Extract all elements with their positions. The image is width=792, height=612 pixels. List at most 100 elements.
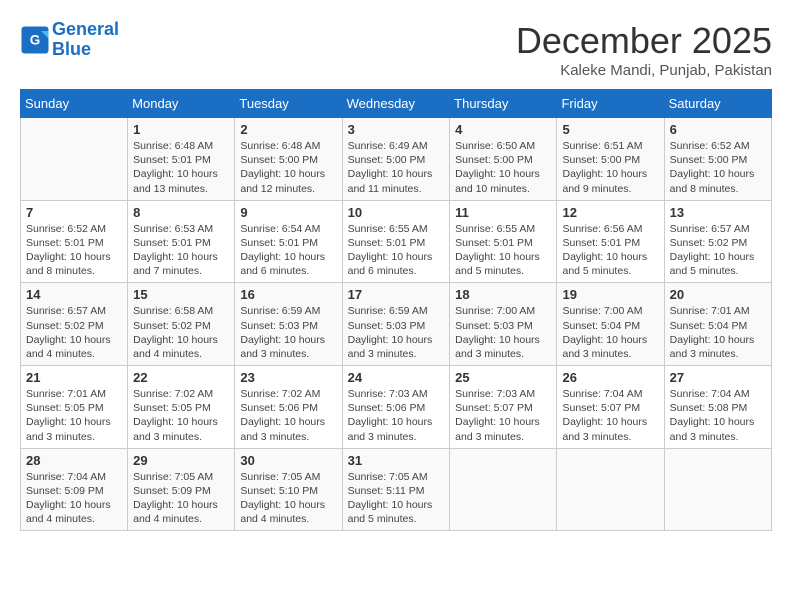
day-of-week-header: Friday bbox=[557, 90, 664, 118]
calendar-cell bbox=[450, 448, 557, 531]
day-number: 28 bbox=[26, 453, 122, 468]
day-of-week-header: Thursday bbox=[450, 90, 557, 118]
day-of-week-header: Sunday bbox=[21, 90, 128, 118]
day-info: Sunrise: 6:52 AM Sunset: 5:01 PM Dayligh… bbox=[26, 222, 122, 279]
day-of-week-header: Tuesday bbox=[235, 90, 342, 118]
day-info: Sunrise: 6:51 AM Sunset: 5:00 PM Dayligh… bbox=[562, 139, 658, 196]
calendar-cell bbox=[557, 448, 664, 531]
calendar-cell: 2 Sunrise: 6:48 AM Sunset: 5:00 PM Daylig… bbox=[235, 118, 342, 201]
day-info: Sunrise: 7:05 AM Sunset: 5:09 PM Dayligh… bbox=[133, 470, 229, 527]
calendar-week-row: 28 Sunrise: 7:04 AM Sunset: 5:09 PM Dayli… bbox=[21, 448, 772, 531]
day-number: 21 bbox=[26, 370, 122, 385]
calendar-cell: 5 Sunrise: 6:51 AM Sunset: 5:00 PM Daylig… bbox=[557, 118, 664, 201]
day-info: Sunrise: 6:57 AM Sunset: 5:02 PM Dayligh… bbox=[26, 304, 122, 361]
day-number: 25 bbox=[455, 370, 551, 385]
calendar-cell: 1 Sunrise: 6:48 AM Sunset: 5:01 PM Daylig… bbox=[128, 118, 235, 201]
svg-text:G: G bbox=[30, 32, 41, 47]
calendar-cell bbox=[664, 448, 771, 531]
day-number: 9 bbox=[240, 205, 336, 220]
calendar-cell: 25 Sunrise: 7:03 AM Sunset: 5:07 PM Dayli… bbox=[450, 366, 557, 449]
day-info: Sunrise: 7:05 AM Sunset: 5:11 PM Dayligh… bbox=[348, 470, 445, 527]
calendar-cell: 17Sunrise: 6:59 AM Sunset: 5:03 PM Dayli… bbox=[342, 283, 450, 366]
day-info: Sunrise: 6:55 AM Sunset: 5:01 PM Dayligh… bbox=[348, 222, 445, 279]
day-number: 6 bbox=[670, 122, 766, 137]
calendar-cell: 16Sunrise: 6:59 AM Sunset: 5:03 PM Dayli… bbox=[235, 283, 342, 366]
day-info: Sunrise: 6:59 AM Sunset: 5:03 PM Dayligh… bbox=[240, 304, 336, 361]
logo-line1: General bbox=[52, 19, 119, 39]
calendar-week-row: 14 Sunrise: 6:57 AM Sunset: 5:02 PM Dayli… bbox=[21, 283, 772, 366]
calendar-cell: 3Sunrise: 6:49 AM Sunset: 5:00 PM Daylig… bbox=[342, 118, 450, 201]
calendar-body: 1 Sunrise: 6:48 AM Sunset: 5:01 PM Daylig… bbox=[21, 118, 772, 531]
day-info: Sunrise: 7:04 AM Sunset: 5:08 PM Dayligh… bbox=[670, 387, 766, 444]
day-info: Sunrise: 6:54 AM Sunset: 5:01 PM Dayligh… bbox=[240, 222, 336, 279]
day-info: Sunrise: 7:03 AM Sunset: 5:07 PM Dayligh… bbox=[455, 387, 551, 444]
title-block: December 2025 Kaleke Mandi, Punjab, Paki… bbox=[516, 20, 772, 79]
calendar-cell bbox=[21, 118, 128, 201]
calendar-cell: 26 Sunrise: 7:04 AM Sunset: 5:07 PM Dayli… bbox=[557, 366, 664, 449]
logo: G General Blue bbox=[20, 20, 119, 60]
day-number: 5 bbox=[562, 122, 658, 137]
day-number: 15 bbox=[133, 287, 229, 302]
day-number: 18 bbox=[455, 287, 551, 302]
calendar-cell: 23Sunrise: 7:02 AM Sunset: 5:06 PM Dayli… bbox=[235, 366, 342, 449]
calendar-cell: 20Sunrise: 7:01 AM Sunset: 5:04 PM Dayli… bbox=[664, 283, 771, 366]
location-subtitle: Kaleke Mandi, Punjab, Pakistan bbox=[516, 62, 772, 79]
calendar-cell: 12 Sunrise: 6:56 AM Sunset: 5:01 PM Dayli… bbox=[557, 200, 664, 283]
day-info: Sunrise: 7:04 AM Sunset: 5:07 PM Dayligh… bbox=[562, 387, 658, 444]
day-info: Sunrise: 7:02 AM Sunset: 5:05 PM Dayligh… bbox=[133, 387, 229, 444]
day-of-week-header: Saturday bbox=[664, 90, 771, 118]
day-number: 1 bbox=[133, 122, 229, 137]
logo-line2: Blue bbox=[52, 39, 91, 59]
day-number: 13 bbox=[670, 205, 766, 220]
day-number: 10 bbox=[348, 205, 445, 220]
day-info: Sunrise: 6:58 AM Sunset: 5:02 PM Dayligh… bbox=[133, 304, 229, 361]
day-of-week-header: Wednesday bbox=[342, 90, 450, 118]
day-number: 11 bbox=[455, 205, 551, 220]
day-number: 26 bbox=[562, 370, 658, 385]
calendar-cell: 9 Sunrise: 6:54 AM Sunset: 5:01 PM Daylig… bbox=[235, 200, 342, 283]
day-info: Sunrise: 6:52 AM Sunset: 5:00 PM Dayligh… bbox=[670, 139, 766, 196]
calendar-cell: 18Sunrise: 7:00 AM Sunset: 5:03 PM Dayli… bbox=[450, 283, 557, 366]
day-info: Sunrise: 6:57 AM Sunset: 5:02 PM Dayligh… bbox=[670, 222, 766, 279]
day-info: Sunrise: 6:48 AM Sunset: 5:01 PM Dayligh… bbox=[133, 139, 229, 196]
day-info: Sunrise: 6:50 AM Sunset: 5:00 PM Dayligh… bbox=[455, 139, 551, 196]
day-info: Sunrise: 6:48 AM Sunset: 5:00 PM Dayligh… bbox=[240, 139, 336, 196]
day-number: 12 bbox=[562, 205, 658, 220]
day-info: Sunrise: 7:05 AM Sunset: 5:10 PM Dayligh… bbox=[240, 470, 336, 527]
calendar-cell: 4 Sunrise: 6:50 AM Sunset: 5:00 PM Daylig… bbox=[450, 118, 557, 201]
calendar-cell: 19 Sunrise: 7:00 AM Sunset: 5:04 PM Dayli… bbox=[557, 283, 664, 366]
calendar-week-row: 1 Sunrise: 6:48 AM Sunset: 5:01 PM Daylig… bbox=[21, 118, 772, 201]
day-number: 7 bbox=[26, 205, 122, 220]
day-number: 31 bbox=[348, 453, 445, 468]
month-title: December 2025 bbox=[516, 20, 772, 62]
calendar-cell: 11Sunrise: 6:55 AM Sunset: 5:01 PM Dayli… bbox=[450, 200, 557, 283]
calendar-cell: 30 Sunrise: 7:05 AM Sunset: 5:10 PM Dayli… bbox=[235, 448, 342, 531]
calendar-cell: 29 Sunrise: 7:05 AM Sunset: 5:09 PM Dayli… bbox=[128, 448, 235, 531]
calendar-week-row: 21Sunrise: 7:01 AM Sunset: 5:05 PM Dayli… bbox=[21, 366, 772, 449]
calendar-cell: 10 Sunrise: 6:55 AM Sunset: 5:01 PM Dayli… bbox=[342, 200, 450, 283]
day-number: 17 bbox=[348, 287, 445, 302]
day-number: 23 bbox=[240, 370, 336, 385]
day-info: Sunrise: 7:00 AM Sunset: 5:04 PM Dayligh… bbox=[562, 304, 658, 361]
day-info: Sunrise: 6:56 AM Sunset: 5:01 PM Dayligh… bbox=[562, 222, 658, 279]
calendar-cell: 21Sunrise: 7:01 AM Sunset: 5:05 PM Dayli… bbox=[21, 366, 128, 449]
day-number: 30 bbox=[240, 453, 336, 468]
calendar-cell: 6 Sunrise: 6:52 AM Sunset: 5:00 PM Daylig… bbox=[664, 118, 771, 201]
day-number: 3 bbox=[348, 122, 445, 137]
calendar-cell: 28 Sunrise: 7:04 AM Sunset: 5:09 PM Dayli… bbox=[21, 448, 128, 531]
calendar-header-row: SundayMondayTuesdayWednesdayThursdayFrid… bbox=[21, 90, 772, 118]
calendar-cell: 13 Sunrise: 6:57 AM Sunset: 5:02 PM Dayli… bbox=[664, 200, 771, 283]
day-number: 2 bbox=[240, 122, 336, 137]
day-number: 29 bbox=[133, 453, 229, 468]
day-number: 14 bbox=[26, 287, 122, 302]
calendar-cell: 22Sunrise: 7:02 AM Sunset: 5:05 PM Dayli… bbox=[128, 366, 235, 449]
day-number: 4 bbox=[455, 122, 551, 137]
calendar-cell: 24Sunrise: 7:03 AM Sunset: 5:06 PM Dayli… bbox=[342, 366, 450, 449]
calendar-cell: 14 Sunrise: 6:57 AM Sunset: 5:02 PM Dayli… bbox=[21, 283, 128, 366]
day-number: 24 bbox=[348, 370, 445, 385]
calendar-cell: 8Sunrise: 6:53 AM Sunset: 5:01 PM Daylig… bbox=[128, 200, 235, 283]
day-number: 19 bbox=[562, 287, 658, 302]
day-info: Sunrise: 7:04 AM Sunset: 5:09 PM Dayligh… bbox=[26, 470, 122, 527]
logo-icon: G bbox=[20, 25, 50, 55]
day-info: Sunrise: 6:53 AM Sunset: 5:01 PM Dayligh… bbox=[133, 222, 229, 279]
